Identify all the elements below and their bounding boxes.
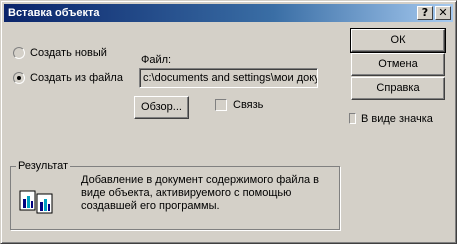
file-label: Файл: [141, 54, 172, 66]
file-path-input[interactable]: c:\documents and settings\мои докуме [139, 68, 318, 88]
result-description: Добавление в документ содержимого файла … [81, 174, 320, 212]
result-title: Результат [16, 159, 71, 173]
result-groupbox: Результат Добавление в документ содержим… [10, 159, 340, 230]
title-bar[interactable]: Вставка объекта ? ✕ [4, 4, 453, 22]
radio-create-new-circle[interactable] [13, 47, 25, 59]
link-checkbox-label: Связь [233, 99, 264, 111]
radio-create-new-label: Создать новый [30, 47, 107, 59]
link-checkbox[interactable] [215, 99, 227, 111]
as-icon-checkbox[interactable] [349, 113, 356, 124]
cancel-button[interactable]: Отмена [351, 53, 445, 76]
ok-button[interactable]: ОК [350, 28, 446, 53]
close-button[interactable]: ✕ [435, 6, 451, 20]
browse-button[interactable]: Обзор... [134, 96, 189, 119]
insert-object-dialog: Вставка объекта ? ✕ Создать новый Создат… [0, 0, 457, 244]
radio-create-from-file-circle[interactable] [13, 72, 25, 84]
help-button[interactable]: Справка [351, 77, 445, 100]
as-icon-label: В виде значка [361, 113, 433, 125]
radio-create-from-file-label: Создать из файла [30, 72, 123, 84]
embedded-file-icon [19, 190, 53, 214]
dialog-title: Вставка объекта [8, 7, 100, 19]
help-title-button[interactable]: ? [417, 6, 433, 20]
